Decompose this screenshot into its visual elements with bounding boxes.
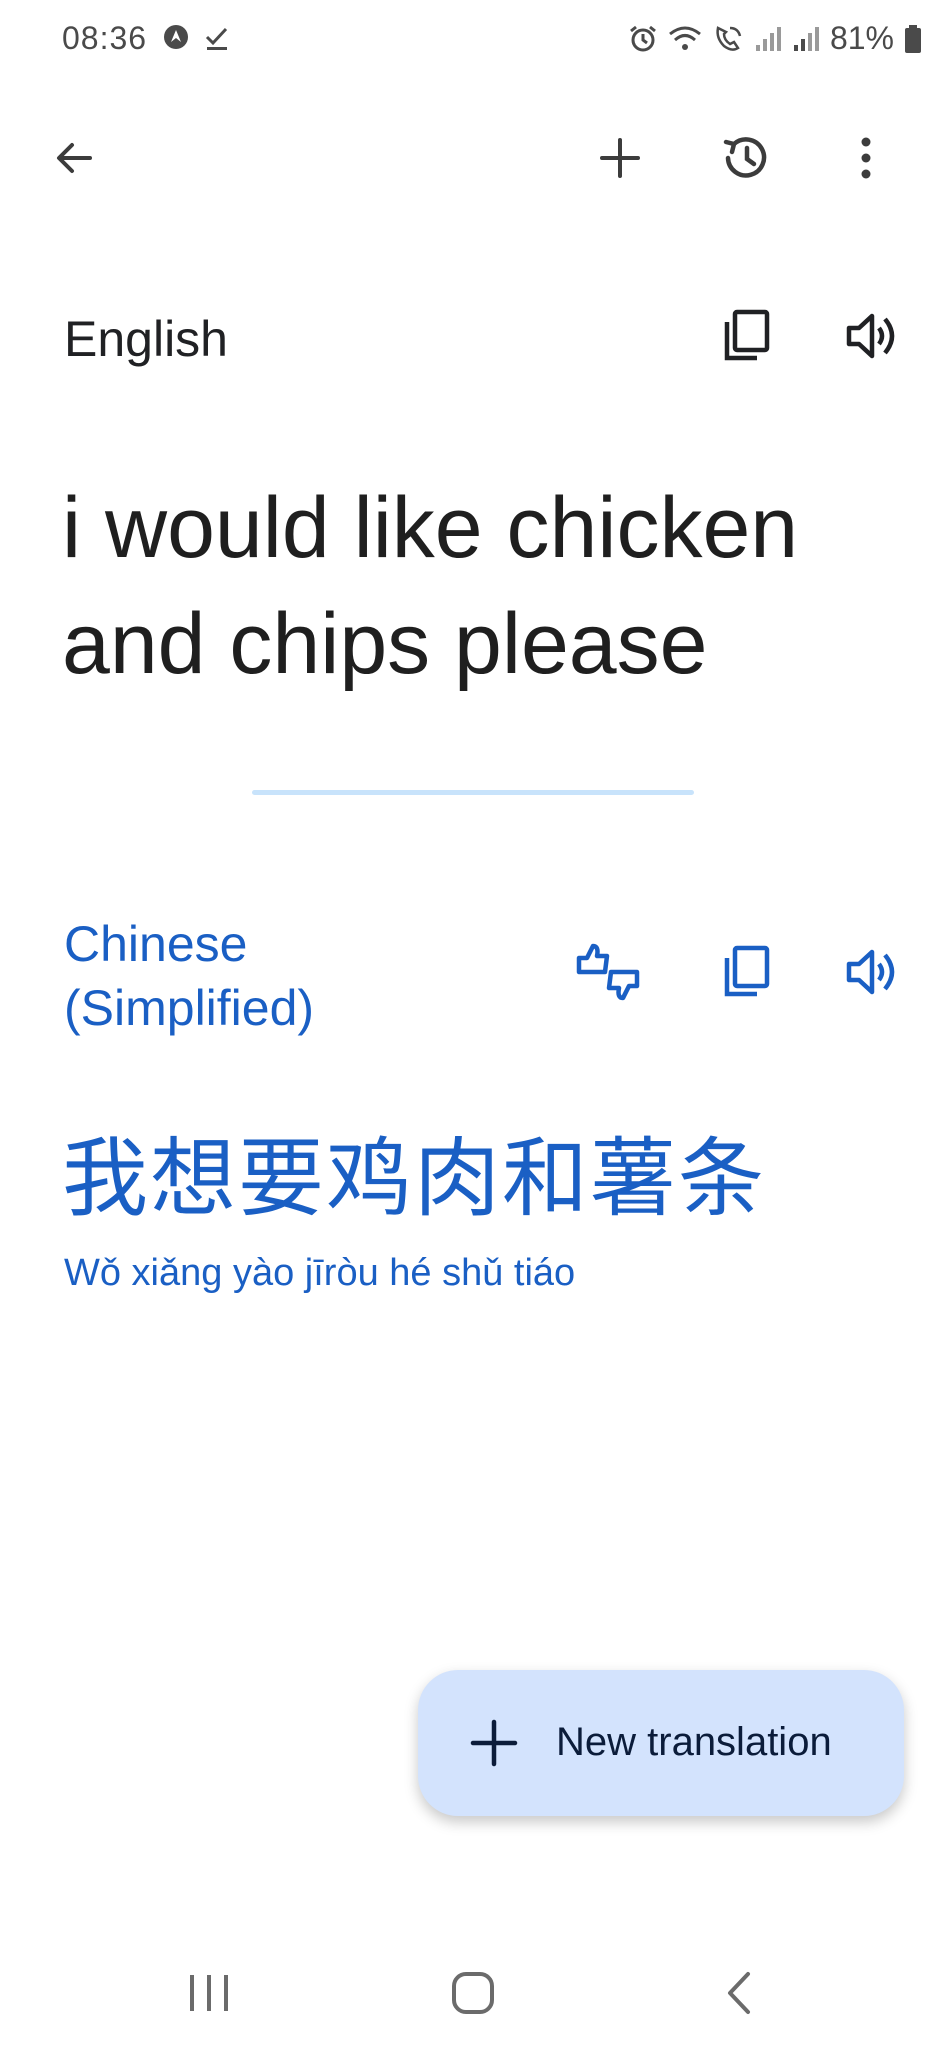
section-divider [252, 790, 694, 795]
copy-source-button[interactable] [706, 298, 786, 378]
listen-translation-button[interactable] [832, 934, 912, 1014]
source-language-label[interactable]: English [64, 310, 228, 368]
nav-back-icon [724, 1970, 754, 2021]
plus-icon [596, 134, 644, 187]
status-time: 08:36 [62, 20, 148, 56]
top-app-bar [0, 110, 946, 210]
status-bar: 08:36 81% [0, 0, 946, 80]
navigation-icon [162, 22, 190, 59]
more-options-button[interactable] [826, 120, 906, 200]
listen-source-button[interactable] [832, 298, 912, 378]
swap-feedback-icon [575, 942, 641, 1007]
plus-icon [468, 1717, 520, 1774]
translated-text: 我想要鸡肉和薯条 [62, 1129, 766, 1229]
system-navigation-bar [0, 1940, 946, 2040]
history-icon [718, 130, 774, 191]
recent-apps-button[interactable] [164, 1960, 254, 2030]
home-button[interactable] [428, 1960, 518, 2030]
back-button[interactable] [34, 120, 114, 200]
system-back-button[interactable] [694, 1960, 784, 2030]
recent-apps-icon [186, 1971, 232, 2020]
rate-translation-button[interactable] [568, 934, 648, 1014]
copy-icon [721, 944, 771, 1005]
back-arrow-icon [50, 134, 98, 187]
signal-icon [754, 25, 782, 53]
wifi-icon [668, 24, 702, 54]
battery-icon [904, 24, 922, 54]
new-translation-button[interactable]: New translation [418, 1670, 904, 1816]
new-translation-label: New translation [556, 1720, 832, 1764]
copy-translation-button[interactable] [706, 934, 786, 1014]
history-button[interactable] [706, 120, 786, 200]
signal-icon [792, 25, 820, 53]
translate-screen: 08:36 81% English i would like chicken a… [0, 0, 946, 2048]
battery-percent: 81% [829, 20, 894, 56]
new-translation-toolbar-button[interactable] [580, 120, 660, 200]
alarm-icon [628, 24, 658, 54]
copy-icon [721, 308, 771, 369]
wifi-calling-icon [712, 24, 744, 54]
more-vert-icon [856, 134, 876, 187]
source-text[interactable]: i would like chicken and chips please [62, 470, 902, 702]
romanization-text: Wǒ xiǎng yào jīròu hé shǔ tiáo [64, 1252, 576, 1294]
home-icon [449, 1969, 497, 2022]
volume-icon [845, 311, 899, 366]
target-language-label[interactable]: Chinese (Simplified) [64, 912, 384, 1040]
volume-icon [845, 947, 899, 1002]
check-icon [204, 22, 230, 59]
